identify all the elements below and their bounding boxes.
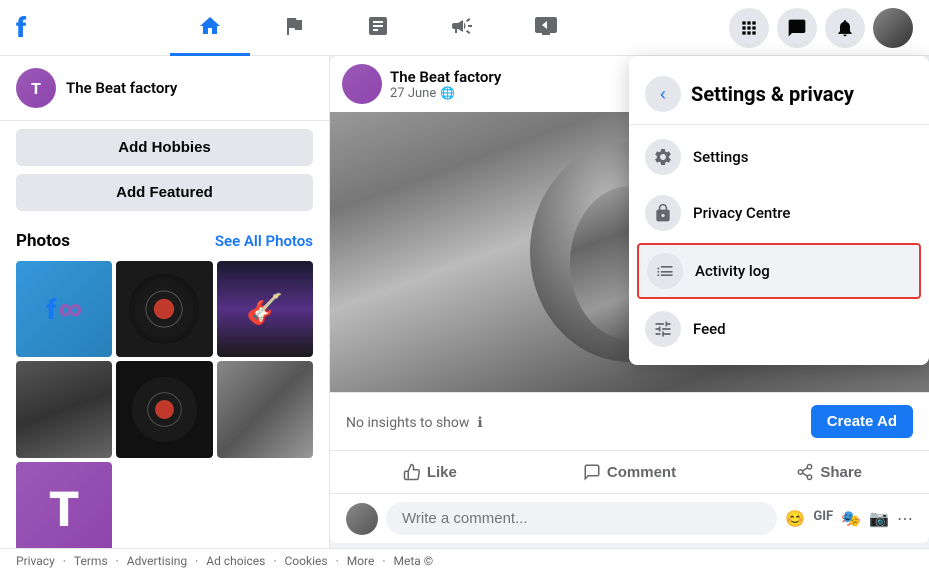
- insights-info: No insights to show ℹ: [346, 412, 483, 431]
- post-author-name: The Beat factory: [390, 68, 501, 86]
- footer-cookies[interactable]: Cookies: [285, 554, 328, 568]
- see-all-photos-link[interactable]: See All Photos: [215, 232, 313, 250]
- privacy-centre-item[interactable]: Privacy Centre: [629, 185, 929, 241]
- nav-bell-button[interactable]: [825, 8, 865, 48]
- nav-chart-button[interactable]: [338, 0, 418, 56]
- photo-thumb-6[interactable]: [217, 361, 313, 457]
- insights-text: No insights to show: [346, 415, 469, 431]
- photo-thumb-5[interactable]: [116, 361, 212, 457]
- comment-box: 😊 GIF 🎭 📷 ⋯: [330, 493, 929, 543]
- nav-left: f: [16, 11, 26, 44]
- feed-label: Feed: [693, 320, 726, 338]
- activity-log-item[interactable]: Activity log: [637, 243, 921, 299]
- nav-grid-button[interactable]: [729, 8, 769, 48]
- list-icon: [647, 253, 683, 289]
- photo-thumb-3[interactable]: 🎸: [217, 261, 313, 357]
- photo-thumb-1[interactable]: f ∞: [16, 261, 112, 357]
- nav-flag-button[interactable]: [254, 0, 334, 56]
- left-sidebar: T The Beat factory Add Hobbies Add Featu…: [0, 56, 330, 572]
- settings-panel-title: Settings & privacy: [691, 82, 854, 106]
- settings-item[interactable]: Settings: [629, 129, 929, 185]
- letter-t: T: [49, 481, 79, 538]
- like-button[interactable]: Like: [330, 455, 530, 489]
- gear-icon: [645, 139, 681, 175]
- profile-avatar-nav[interactable]: [873, 8, 913, 48]
- lock-icon: [645, 195, 681, 231]
- footer-terms[interactable]: Terms: [74, 554, 108, 568]
- comment-emoji-icons: 😊 GIF 🎭 📷 ⋯: [785, 509, 913, 528]
- fb-logo-photo: f ∞: [46, 293, 82, 326]
- gif-icon[interactable]: GIF: [813, 509, 833, 528]
- guitar-photo: 🎸: [217, 261, 313, 357]
- more-icon-comment[interactable]: ⋯: [897, 509, 913, 528]
- emoji-icon[interactable]: 😊: [785, 509, 805, 528]
- nav-messenger-button[interactable]: [777, 8, 817, 48]
- photo-thumb-2[interactable]: [116, 261, 212, 357]
- comment-label: Comment: [607, 464, 676, 481]
- footer-ad-choices[interactable]: Ad choices: [206, 554, 265, 568]
- footer-advertising[interactable]: Advertising: [127, 554, 187, 568]
- footer-more[interactable]: More: [347, 554, 375, 568]
- post-meta: The Beat factory 27 June 🌐: [390, 68, 501, 101]
- nav-play-button[interactable]: [506, 0, 586, 56]
- main-content: T The Beat factory Add Hobbies Add Featu…: [0, 56, 929, 572]
- back-button[interactable]: ‹: [645, 76, 681, 112]
- post-avatar: [342, 64, 382, 104]
- sidebar-profile-avatar: T: [16, 68, 56, 108]
- activity-log-label: Activity log: [695, 262, 770, 280]
- facebook-logo: f: [16, 11, 26, 44]
- add-featured-button[interactable]: Add Featured: [16, 174, 313, 211]
- dropdown-header: ‹ Settings & privacy: [629, 64, 929, 125]
- post-actions: Like Comment Share: [330, 450, 929, 493]
- sticker-icon[interactable]: 🎭: [841, 509, 861, 528]
- feed-item[interactable]: Feed: [629, 301, 929, 357]
- comment-input[interactable]: [386, 502, 777, 535]
- post-date: 27 June 🌐: [390, 86, 501, 101]
- photos-header: Photos See All Photos: [16, 231, 313, 251]
- share-button[interactable]: Share: [729, 455, 929, 489]
- like-label: Like: [427, 464, 457, 481]
- post-insights: No insights to show ℹ Create Ad: [330, 392, 929, 450]
- photo-thumb-4[interactable]: [16, 361, 112, 457]
- bw-photo: [217, 361, 313, 457]
- sliders-icon: [645, 311, 681, 347]
- photos-grid: f ∞ 🎸: [16, 261, 313, 558]
- photos-section: Photos See All Photos f ∞ 🎸: [0, 219, 329, 570]
- footer-bar: Privacy · Terms · Advertising · Ad choic…: [0, 548, 929, 572]
- insights-info-icon[interactable]: ℹ: [477, 415, 482, 431]
- settings-privacy-panel: ‹ Settings & privacy Settings Privacy Ce…: [629, 56, 929, 365]
- sidebar-profile-name: The Beat factory: [66, 79, 177, 97]
- nav-megaphone-button[interactable]: [422, 0, 502, 56]
- vinyl-record-1: [129, 274, 199, 344]
- footer-privacy[interactable]: Privacy: [16, 554, 55, 568]
- photos-title: Photos: [16, 231, 70, 251]
- add-hobbies-button[interactable]: Add Hobbies: [16, 129, 313, 166]
- footer-meta: Meta ©: [393, 554, 433, 568]
- vinyl-record-2: [132, 377, 197, 442]
- nav-center: [26, 0, 729, 56]
- settings-label: Settings: [693, 148, 749, 166]
- comment-avatar: [346, 503, 378, 535]
- create-ad-button[interactable]: Create Ad: [811, 405, 913, 438]
- photo-icon-comment[interactable]: 📷: [869, 509, 889, 528]
- people-photo: [16, 361, 112, 457]
- share-label: Share: [820, 464, 862, 481]
- comment-button[interactable]: Comment: [530, 455, 730, 489]
- profile-header: T The Beat factory: [0, 56, 329, 121]
- nav-home-button[interactable]: [170, 0, 250, 56]
- nav-right: [729, 8, 913, 48]
- top-nav: f: [0, 0, 929, 56]
- photo-thumb-7[interactable]: T: [16, 462, 112, 558]
- privacy-centre-label: Privacy Centre: [693, 204, 790, 222]
